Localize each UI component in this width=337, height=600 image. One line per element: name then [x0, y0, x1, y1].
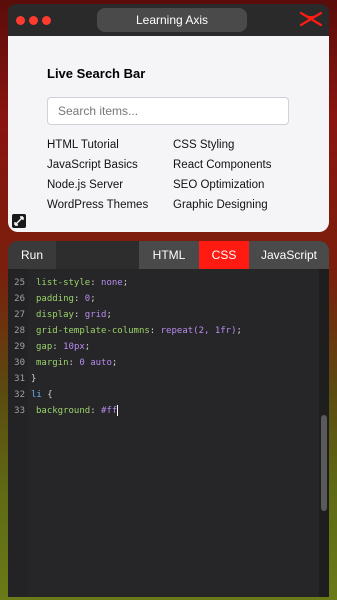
minimize-dot[interactable] — [29, 16, 38, 25]
item-list: HTML Tutorial CSS Styling JavaScript Bas… — [47, 139, 307, 212]
window-controls — [16, 16, 51, 25]
line-number: 25 — [14, 278, 25, 288]
code-line: display: grid; — [36, 310, 112, 320]
tab-spacer — [56, 241, 139, 269]
css-property: grid-template-columns — [36, 326, 150, 336]
css-property: padding — [36, 294, 74, 304]
learning-axis-logo-icon — [300, 11, 322, 27]
line-number-gutter: 25 26 27 28 29 30 31 32 33 — [8, 269, 28, 597]
code-line: background: #ff — [36, 405, 119, 416]
css-property: margin — [36, 358, 69, 368]
line-number: 27 — [14, 310, 25, 320]
css-value: repeat(2, 1fr) — [160, 326, 237, 336]
css-value: #ff — [101, 406, 118, 416]
expand-icon[interactable] — [12, 214, 26, 228]
window-title: Learning Axis — [97, 8, 247, 32]
tab-html[interactable]: HTML — [139, 241, 199, 269]
editor-tabs: Run HTML CSS JavaScript — [8, 241, 329, 269]
search-input[interactable] — [47, 97, 289, 125]
code-line: li { — [31, 387, 53, 403]
code-area[interactable]: list-style: none; padding: 0; display: g… — [28, 269, 319, 597]
css-property: display — [36, 310, 74, 320]
css-property: gap — [36, 342, 53, 352]
list-item[interactable]: Graphic Designing — [173, 199, 307, 212]
text-caret — [117, 405, 119, 416]
closing-brace: } — [31, 374, 37, 384]
list-item[interactable]: Node.js Server — [47, 179, 173, 192]
css-property: background — [36, 406, 91, 416]
css-value: none — [101, 278, 123, 288]
app-frame: Learning Axis Live Search Bar HTML Tutor… — [0, 0, 337, 600]
css-selector: li — [31, 390, 42, 400]
preview-pane: Live Search Bar HTML Tutorial CSS Stylin… — [8, 36, 329, 232]
code-line: padding: 0; — [36, 294, 96, 304]
code-line: margin: 0 auto; — [36, 358, 118, 368]
list-item[interactable]: CSS Styling — [173, 139, 307, 152]
css-value: grid — [84, 310, 107, 320]
line-number: 33 — [14, 406, 25, 416]
opening-brace: { — [41, 390, 53, 400]
scrollbar-thumb[interactable] — [321, 415, 327, 511]
list-item[interactable]: WordPress Themes — [47, 199, 173, 212]
list-item[interactable]: React Components — [173, 159, 307, 172]
list-item[interactable]: HTML Tutorial — [47, 139, 173, 152]
code-line: list-style: none; — [36, 278, 129, 288]
css-property: list-style — [36, 278, 91, 288]
line-number: 31 — [14, 374, 25, 384]
close-dot[interactable] — [16, 16, 25, 25]
css-value: 0 auto — [79, 358, 112, 368]
list-item[interactable]: JavaScript Basics — [47, 159, 173, 172]
line-number: 28 — [14, 326, 25, 336]
code-editor: Run HTML CSS JavaScript 25 26 27 28 29 3… — [8, 241, 329, 597]
run-button[interactable]: Run — [8, 241, 56, 269]
tab-javascript[interactable]: JavaScript — [249, 241, 329, 269]
window-titlebar: Learning Axis — [8, 4, 329, 36]
code-line: gap: 10px; — [36, 342, 91, 352]
code-line: } — [31, 371, 36, 387]
tab-css[interactable]: CSS — [199, 241, 249, 269]
preview-heading: Live Search Bar — [47, 66, 146, 81]
line-number: 30 — [14, 358, 25, 368]
code-line: grid-template-columns: repeat(2, 1fr); — [36, 326, 242, 336]
editor-scrollbar[interactable] — [319, 269, 329, 597]
line-number: 32 — [14, 390, 25, 400]
line-number: 26 — [14, 294, 25, 304]
line-number: 29 — [14, 342, 25, 352]
list-item[interactable]: SEO Optimization — [173, 179, 307, 192]
css-value: 10px — [63, 342, 85, 352]
maximize-dot[interactable] — [42, 16, 51, 25]
